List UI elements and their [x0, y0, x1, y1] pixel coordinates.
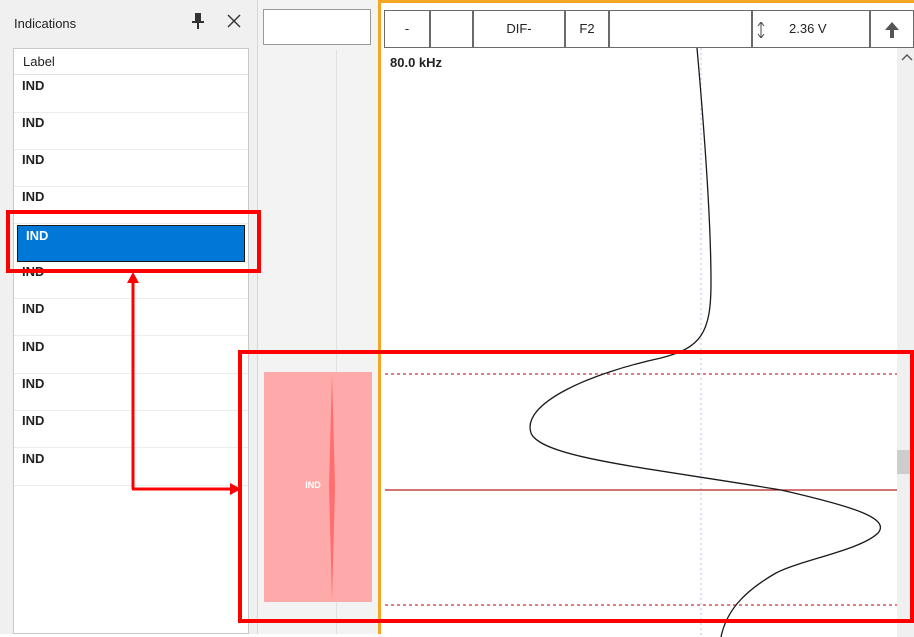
list-item[interactable]: IND: [14, 150, 248, 187]
vertical-arrows-icon: [757, 22, 765, 38]
pin-icon[interactable]: [190, 12, 206, 30]
signal-region-highlight: [238, 350, 914, 623]
toolbar-field-5[interactable]: [609, 10, 752, 48]
arrow-up-icon: [885, 22, 899, 38]
panel-title: Indications: [14, 16, 77, 31]
toolbar-field-2[interactable]: [430, 10, 473, 48]
scroll-up-icon[interactable]: [901, 52, 913, 62]
signal-toolbar: - DIF- F2 2.36 V: [381, 10, 914, 48]
strip-header-box[interactable]: [263, 9, 371, 45]
column-header-label[interactable]: Label: [14, 49, 248, 75]
selected-item-highlight: [6, 210, 261, 273]
mode-field[interactable]: DIF-: [473, 10, 565, 48]
close-icon[interactable]: [226, 13, 242, 29]
toolbar-field-1[interactable]: -: [384, 10, 430, 48]
filter-field[interactable]: F2: [565, 10, 609, 48]
list-item[interactable]: IND: [14, 76, 248, 113]
voltage-field[interactable]: 2.36 V: [752, 10, 870, 48]
list-item[interactable]: IND: [14, 113, 248, 150]
arrow-up-button[interactable]: [870, 10, 914, 48]
link-arrow: [127, 272, 241, 495]
voltage-value: 2.36 V: [789, 21, 827, 36]
